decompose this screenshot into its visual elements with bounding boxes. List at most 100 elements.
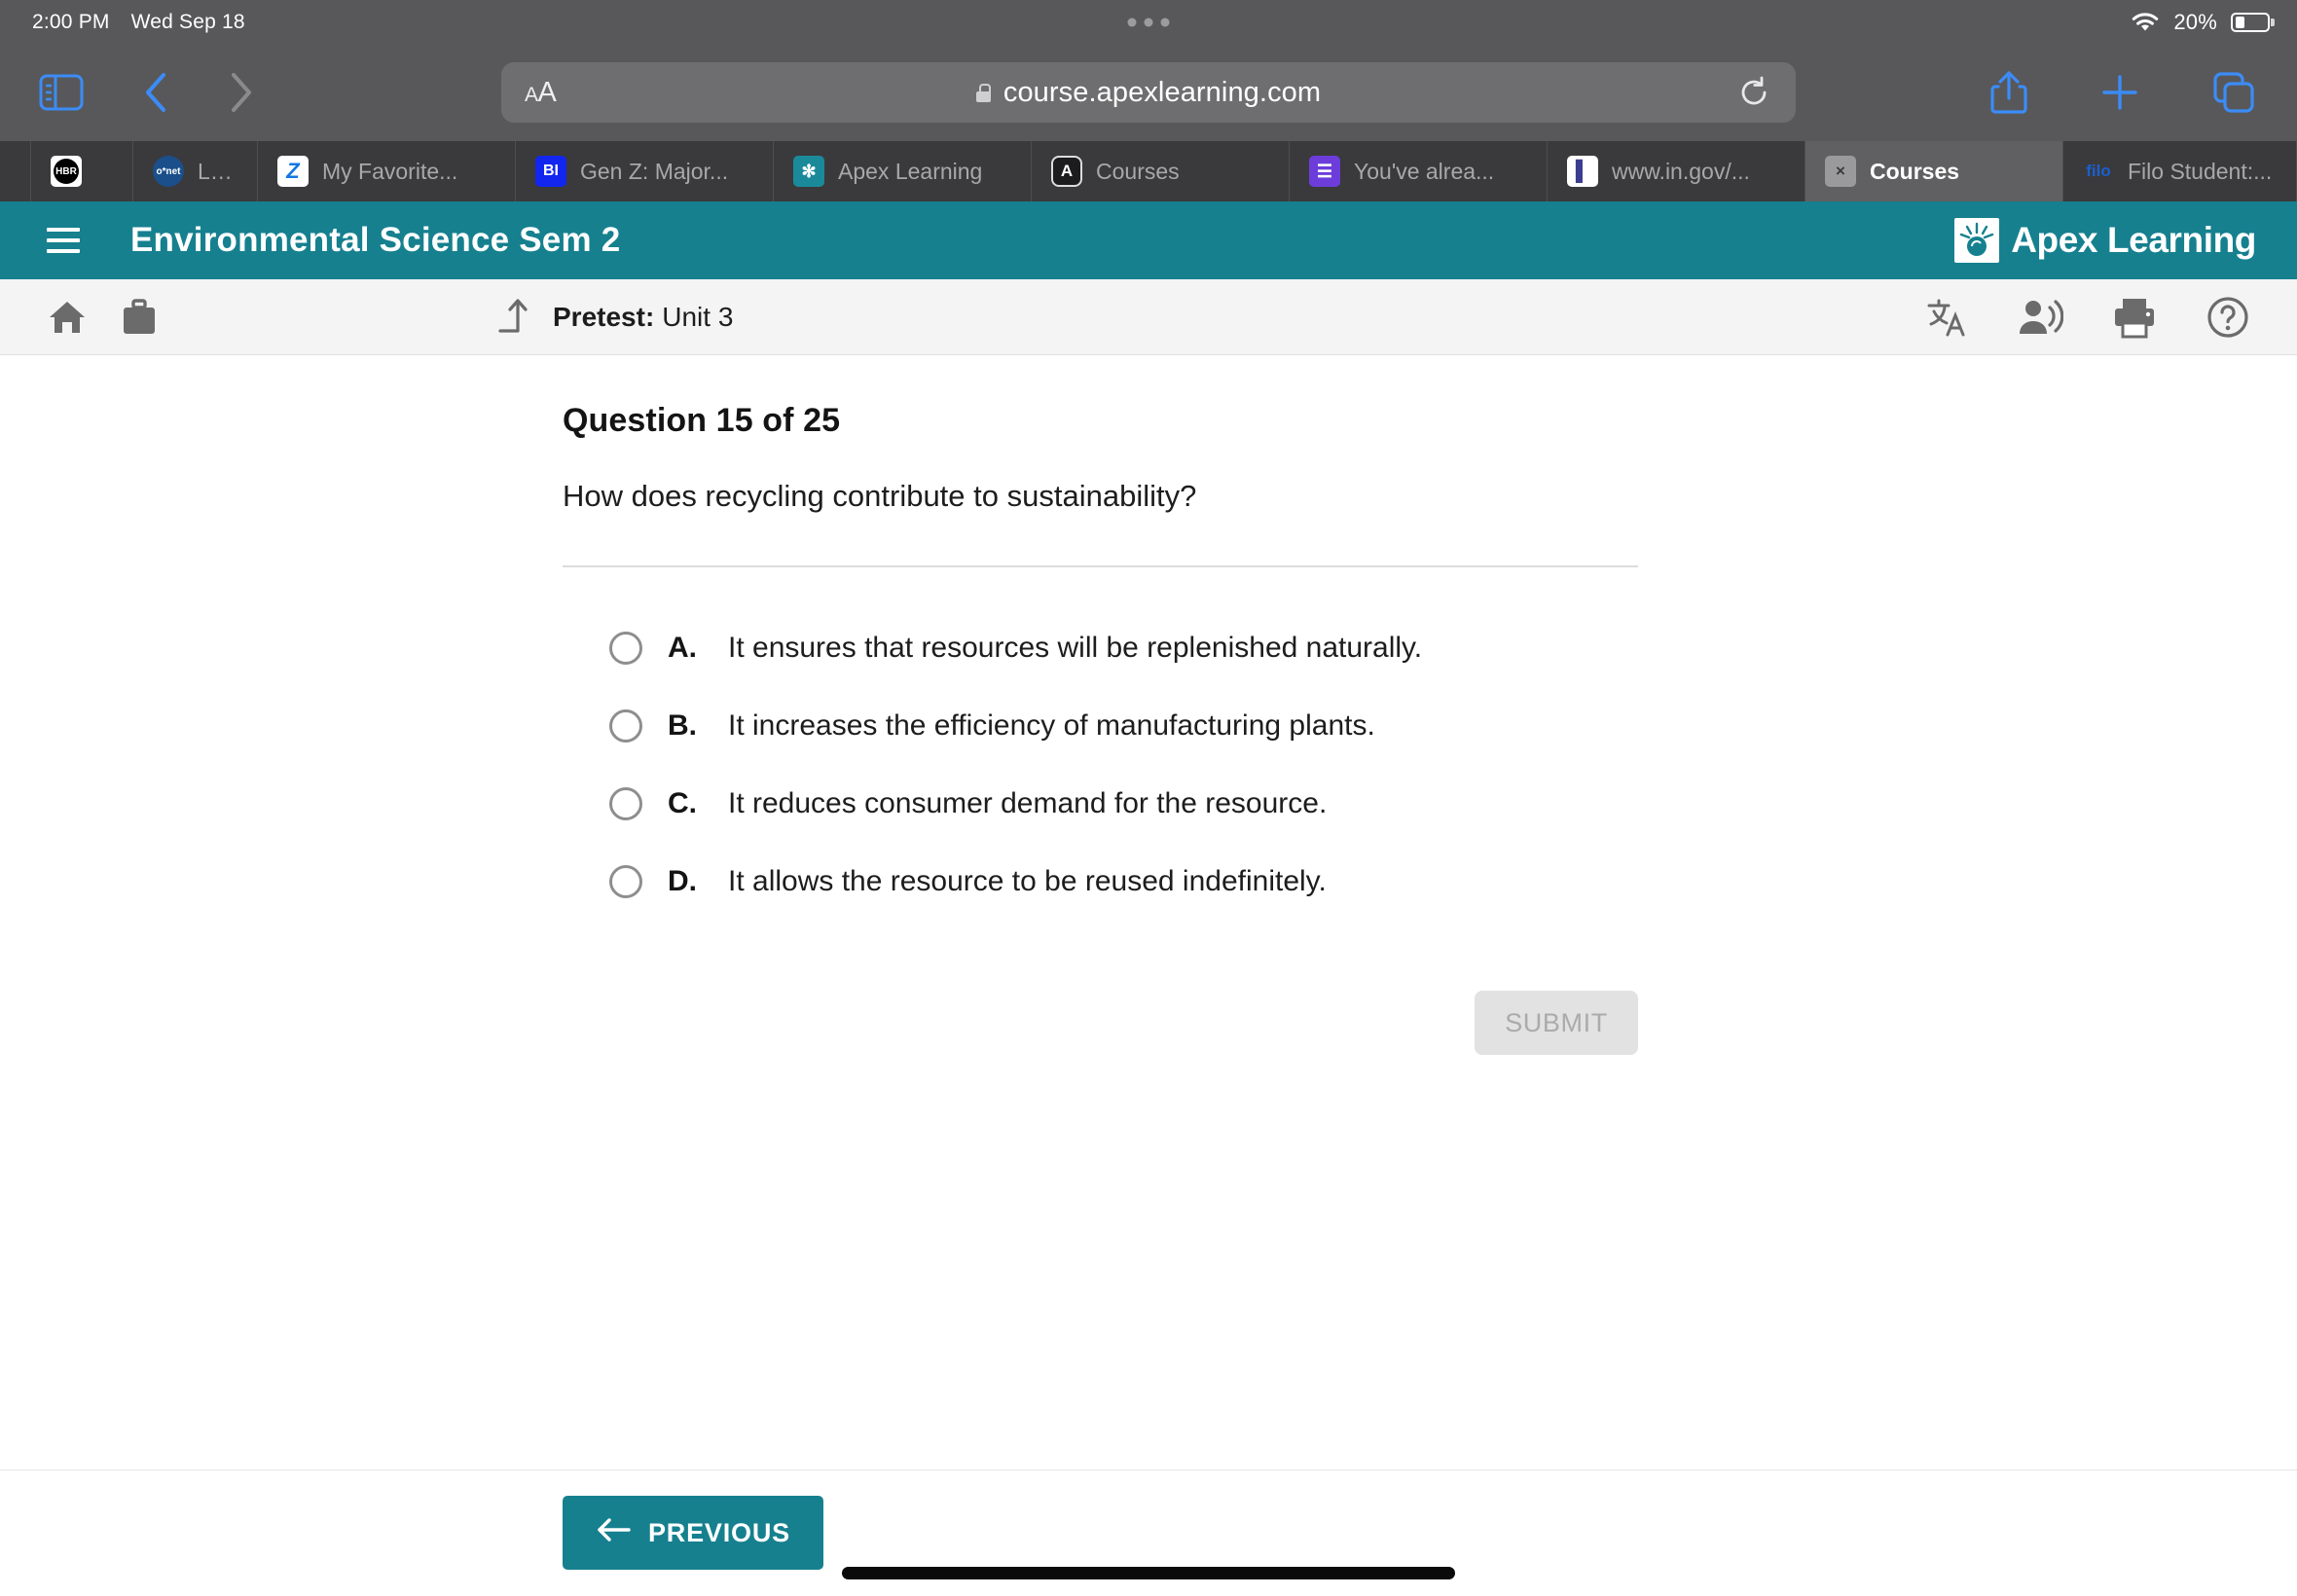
home-indicator[interactable] xyxy=(842,1567,1455,1579)
tab-label: www.in.gov/... xyxy=(1612,158,1750,184)
onet-icon: o*net xyxy=(153,156,184,187)
footer-bar: PREVIOUS xyxy=(0,1469,2297,1596)
subnav-left-icons xyxy=(0,298,158,337)
tab-label: You've alrea... xyxy=(1354,158,1495,184)
hamburger-menu-icon[interactable] xyxy=(47,228,80,253)
radio-button-c[interactable] xyxy=(609,787,642,820)
submit-row: SUBMIT xyxy=(563,991,1638,1055)
wifi-icon xyxy=(2131,12,2160,33)
tab-strip: HBR o*net Local Z My Favorite... BI Gen … xyxy=(0,141,2297,201)
option-letter: C. xyxy=(668,787,697,819)
answer-option-b[interactable]: B. It increases the efficiency of manufa… xyxy=(609,687,1638,765)
ios-status-bar: 2:00 PM Wed Sep 18 20% xyxy=(0,0,2297,44)
submit-button[interactable]: SUBMIT xyxy=(1475,991,1638,1055)
answer-options-list: A. It ensures that resources will be rep… xyxy=(563,609,1638,921)
breadcrumb-label: Pretest: xyxy=(553,301,655,332)
question-prompt: How does recycling contribute to sustain… xyxy=(563,479,1197,513)
tab-label: Courses xyxy=(1096,158,1180,184)
apex-a-icon: A xyxy=(1051,156,1082,187)
option-letter: B. xyxy=(668,709,697,742)
browser-tab-gen-z[interactable]: BI Gen Z: Major... xyxy=(516,141,774,201)
hbr-icon: HBR xyxy=(51,156,82,187)
apex-learning-logo: Apex Learning xyxy=(1954,218,2256,263)
print-icon[interactable] xyxy=(2112,296,2157,339)
breadcrumb-value: Unit 3 xyxy=(662,301,734,332)
apex-a-icon-text: A xyxy=(1060,162,1074,180)
read-aloud-icon[interactable] xyxy=(2017,297,2063,338)
question-container: Question 15 of 25 How does recycling con… xyxy=(563,355,1638,1055)
address-bar[interactable]: AA course.apexlearning.com xyxy=(501,62,1796,123)
divider xyxy=(563,565,1638,567)
text-size-button[interactable]: AA xyxy=(525,77,557,109)
apex-learning-icon: ✻ xyxy=(793,156,824,187)
browser-tab-filo-student[interactable]: filo Filo Student:... xyxy=(2063,141,2297,201)
url-text: course.apexlearning.com xyxy=(1003,76,1322,108)
status-bar-left: 2:00 PM Wed Sep 18 xyxy=(0,11,245,34)
plus-icon[interactable] xyxy=(2098,71,2141,114)
answer-option-c[interactable]: C. It reduces consumer demand for the re… xyxy=(609,765,1638,843)
business-insider-icon: BI xyxy=(535,156,566,187)
zillow-icon-text: Z xyxy=(286,159,300,183)
share-icon[interactable] xyxy=(1989,69,2028,116)
tab-label: My Favorite... xyxy=(322,158,458,184)
toolbar-right-icons xyxy=(1989,69,2256,116)
forms-icon-text: ☰ xyxy=(1316,161,1333,181)
previous-button[interactable]: PREVIOUS xyxy=(563,1496,823,1570)
filo-icon-text: filo xyxy=(2086,162,2111,180)
lock-icon xyxy=(975,83,992,102)
hbr-icon-text: HBR xyxy=(54,159,79,184)
browser-tab-in-gov[interactable]: ▌ www.in.gov/... xyxy=(1548,141,1805,201)
tab-label: Apex Learning xyxy=(838,158,983,184)
browser-tab-youve-already[interactable]: ☰ You've alrea... xyxy=(1290,141,1548,201)
browser-tab-my-favorite[interactable]: Z My Favorite... xyxy=(258,141,516,201)
page-title: Environmental Science Sem 2 xyxy=(130,221,621,259)
answer-option-d[interactable]: D. It allows the resource to be reused i… xyxy=(609,843,1638,921)
in-gov-icon-text: ▌ xyxy=(1575,160,1590,182)
breadcrumb: Pretest: Unit 3 xyxy=(496,296,733,339)
tab-strip-edge xyxy=(0,141,31,201)
answer-option-a[interactable]: A. It ensures that resources will be rep… xyxy=(609,609,1638,687)
chevron-left-icon[interactable] xyxy=(142,70,169,115)
tab-label: Courses xyxy=(1870,158,1960,184)
browser-tab-courses-a[interactable]: A Courses xyxy=(1032,141,1290,201)
tab-label: Local xyxy=(198,158,237,184)
zillow-icon: Z xyxy=(277,156,309,187)
browser-tab-local[interactable]: o*net Local xyxy=(133,141,258,201)
apex-sunburst-icon xyxy=(1954,218,2000,263)
bi-icon-text: BI xyxy=(543,163,559,179)
question-content-area: Question 15 of 25 How does recycling con… xyxy=(0,355,2297,1530)
tab-label: Gen Z: Major... xyxy=(580,158,729,184)
dynamic-island-dots xyxy=(1127,18,1170,26)
browser-tab-courses-active[interactable]: × Courses xyxy=(1805,141,2063,201)
reload-icon[interactable] xyxy=(1737,76,1770,109)
tab-overview-icon[interactable] xyxy=(2211,70,2256,115)
battery-percent-label: 20% xyxy=(2173,9,2217,34)
radio-button-b[interactable] xyxy=(609,709,642,743)
question-heading: Question 15 of 25 xyxy=(563,402,841,439)
option-text: It reduces consumer demand for the resou… xyxy=(728,787,1328,819)
filo-icon: filo xyxy=(2083,156,2114,187)
toolbar-left-icons xyxy=(0,70,255,115)
sub-navigation-bar: Pretest: Unit 3 xyxy=(0,279,2297,355)
briefcase-icon[interactable] xyxy=(121,298,158,337)
up-level-arrow-icon[interactable] xyxy=(496,296,531,339)
close-icon-glyph: × xyxy=(1836,162,1845,180)
help-icon[interactable] xyxy=(2206,295,2250,340)
option-letter: A. xyxy=(668,632,697,664)
clock-time: 2:00 PM xyxy=(32,10,110,33)
chevron-right-icon xyxy=(228,70,255,115)
tab-label: Filo Student:... xyxy=(2128,158,2273,184)
radio-button-a[interactable] xyxy=(609,632,642,665)
battery-icon xyxy=(2231,12,2270,32)
home-icon[interactable] xyxy=(47,298,88,337)
option-text: It increases the efficiency of manufactu… xyxy=(728,709,1375,742)
browser-tab-apex-learning[interactable]: ✻ Apex Learning xyxy=(774,141,1032,201)
subnav-right-icons xyxy=(1925,295,2250,340)
apex-icon-text: ✻ xyxy=(801,161,817,181)
browser-tab-hbr[interactable]: HBR xyxy=(31,141,133,201)
radio-button-d[interactable] xyxy=(609,865,642,898)
close-icon[interactable]: × xyxy=(1825,156,1856,187)
translate-icon[interactable] xyxy=(1925,296,1968,339)
sidebar-icon[interactable] xyxy=(39,74,84,111)
option-text: It ensures that resources will be replen… xyxy=(728,632,1423,664)
